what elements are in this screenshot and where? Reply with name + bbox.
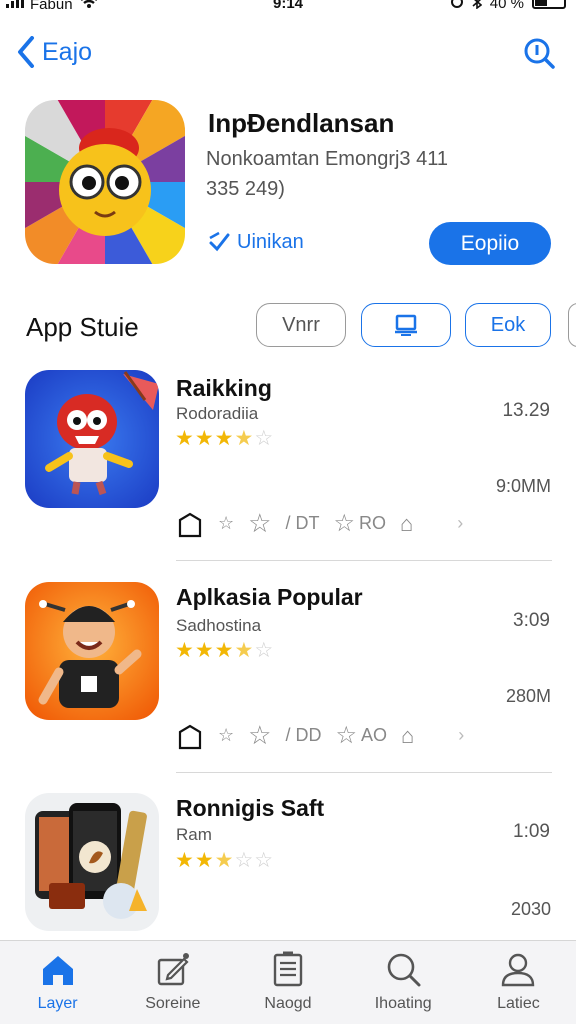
app-size: 280M [505, 686, 551, 706]
favorite-star-icon[interactable]: ☆ [218, 725, 234, 746]
app-time: 3:09 [513, 610, 550, 631]
divider [176, 560, 552, 561]
tab-layer[interactable]: Layer [0, 941, 115, 1024]
tab-label: Soreine [145, 995, 201, 1012]
battery-percent: 40 % [489, 0, 524, 12]
rate-star-icon[interactable]: ☆ [248, 508, 271, 539]
app-subtitle: Sadhostina [176, 616, 262, 635]
tab-bar: Layer Soreine Naogd Ihoating Latiec [0, 940, 576, 1024]
search-icon [387, 953, 421, 987]
tab-soreine[interactable]: Soreine [115, 941, 230, 1024]
bookmark-icon[interactable]: ⌂ [400, 511, 413, 537]
app-size: 2030 [510, 899, 551, 919]
action-label-2[interactable]: ☆ RO [333, 509, 386, 538]
battery-icon [532, 0, 566, 9]
document-icon [273, 951, 303, 987]
action-row: ☆ ☆ / DT ☆ RO ⌂ › [176, 508, 463, 539]
star-rating: ★★★☆☆ [175, 849, 275, 872]
section-title: App Stuie [26, 312, 139, 342]
app-icon-aplkasia-popular[interactable] [25, 582, 159, 720]
edit-icon [157, 953, 189, 986]
get-button[interactable]: Eopiio [429, 222, 551, 265]
app-title: Raikking [176, 375, 272, 401]
app-subtitle: Ram [176, 825, 212, 844]
tab-label: Layer [37, 995, 78, 1012]
bookmark-icon[interactable]: ⌂ [401, 723, 414, 749]
action-label-1[interactable]: / DT [285, 513, 319, 534]
rate-star-icon[interactable]: ☆ [248, 720, 271, 751]
check-badge-icon [209, 231, 230, 252]
app-icon-ronnigis-saft[interactable] [25, 793, 159, 931]
chevron-left-icon [18, 36, 34, 68]
lock-rotation-icon [450, 0, 463, 8]
tab-naogd[interactable]: Naogd [230, 941, 345, 1024]
divider [176, 772, 552, 773]
app-time: 1:09 [513, 821, 550, 842]
app-time: 13.29 [502, 400, 550, 421]
favorite-star-icon[interactable]: ☆ [218, 513, 234, 534]
chevron-right-icon[interactable]: › [457, 513, 463, 534]
person-icon [502, 953, 535, 987]
share-icon[interactable] [176, 510, 204, 538]
app-size: 9:0ΜM [495, 476, 551, 496]
star-rating: ★★★★☆ [175, 427, 275, 450]
app-subtitle: Rodoradiia [176, 404, 259, 423]
featured-app-icon[interactable] [25, 100, 185, 264]
action-label-2-text: AO [360, 725, 387, 745]
status-bar: Fabun 9:14 40 % [0, 0, 576, 14]
bluetooth-icon [472, 0, 482, 9]
chevron-right-icon[interactable]: › [458, 725, 464, 746]
verified-link[interactable]: Uinikan [207, 230, 304, 254]
tab-latiec[interactable]: Latiec [461, 941, 576, 1024]
action-label-2[interactable]: ☆ AO [335, 721, 387, 750]
filter-pill-1-label: Vnrr [282, 313, 320, 336]
featured-app-subtitle: Nonkoamtan Emongrj3 4‌11 [206, 148, 448, 170]
tab-label: Ihoating [374, 995, 432, 1012]
verified-link-label: Uinikan [237, 230, 304, 253]
filter-pill-2[interactable] [361, 303, 451, 347]
share-icon[interactable] [176, 722, 204, 750]
tab-ihoating[interactable]: Ihoating [346, 941, 461, 1024]
search-icon[interactable] [522, 36, 556, 70]
filter-pill-1[interactable]: Vnrr [256, 303, 346, 347]
featured-app-meta: 335 249) [206, 178, 285, 200]
app-icon-raikking[interactable] [25, 370, 159, 508]
back-label: Eajo [42, 37, 93, 66]
tab-label: Latiec [497, 995, 540, 1012]
star-rating: ★★★★☆ [175, 639, 275, 662]
filter-pill-3[interactable]: Eok [465, 303, 551, 347]
tab-label: Naogd [264, 995, 312, 1012]
app-title: Aplkasia Popular [176, 584, 363, 610]
filter-pill-3-label: Eok [490, 313, 526, 336]
monitor-icon [395, 314, 417, 336]
action-label-1[interactable]: / DD [285, 725, 321, 746]
app-title: Ronnigis Saft [176, 795, 325, 821]
home-icon [42, 956, 73, 985]
filter-pill-more[interactable] [568, 303, 576, 347]
action-label-2-text: RO [358, 513, 386, 533]
action-row: ☆ ☆ / DD ☆ AO ⌂ › [176, 720, 464, 751]
featured-app-title: InpĐendlansan [208, 108, 395, 138]
back-button[interactable]: Eajo [16, 36, 92, 68]
